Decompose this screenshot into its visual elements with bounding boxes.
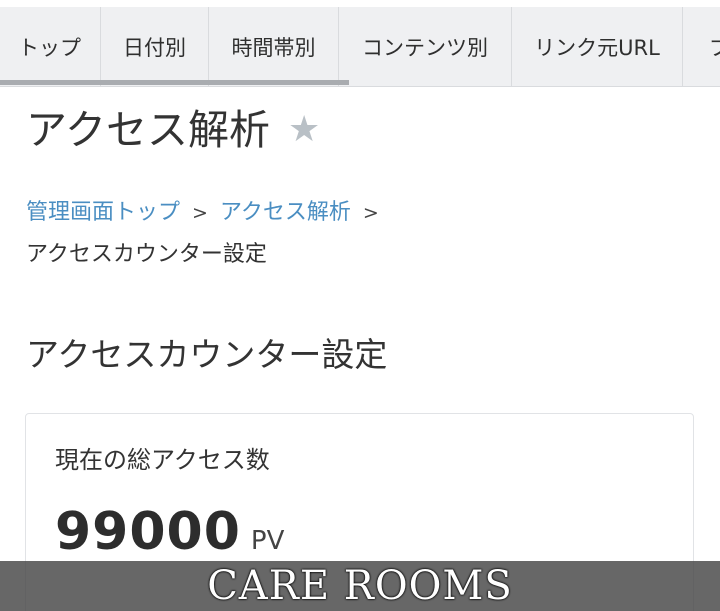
tab-label: ブ <box>709 32 720 62</box>
breadcrumb: 管理画面トップ > アクセス解析 > アクセスカウンター設定 <box>26 192 586 276</box>
watermark-text: CARE ROOMS <box>207 563 513 609</box>
access-count-unit: PV <box>250 526 285 556</box>
breadcrumb-separator: > <box>362 202 379 224</box>
breadcrumb-link-access-analysis[interactable]: アクセス解析 <box>220 200 351 225</box>
page: トップ 日付別 時間帯別 コンテンツ別 リンク元URL ブ アクセス解析 ★ 管… <box>0 0 720 611</box>
tab-label: 時間帯別 <box>231 35 316 60</box>
access-count-number: 99000 <box>55 502 241 562</box>
section-title: アクセスカウンター設定 <box>26 335 388 374</box>
tab-label: 日付別 <box>123 35 186 60</box>
tab-referrer-url[interactable]: リンク元URL <box>512 7 683 86</box>
breadcrumb-current: アクセスカウンター設定 <box>26 242 267 267</box>
tab-label: コンテンツ別 <box>362 35 488 60</box>
tab-list: トップ 日付別 時間帯別 コンテンツ別 リンク元URL ブ <box>0 7 720 86</box>
total-access-label: 現在の総アクセス数 <box>55 446 270 474</box>
page-title: アクセス解析 <box>26 106 270 154</box>
star-icon[interactable]: ★ <box>288 100 320 160</box>
breadcrumb-separator: > <box>192 202 208 224</box>
tab-label: トップ <box>18 35 81 60</box>
breadcrumb-link-admin-top[interactable]: 管理画面トップ <box>26 200 180 225</box>
tab-by-date[interactable]: 日付別 <box>101 7 209 86</box>
tab-scroll-indicator[interactable] <box>0 80 349 85</box>
total-access-value: 99000 PV <box>55 502 284 562</box>
tab-top[interactable]: トップ <box>0 7 101 86</box>
tab-by-content[interactable]: コンテンツ別 <box>339 7 512 86</box>
tab-bar: トップ 日付別 時間帯別 コンテンツ別 リンク元URL ブ <box>0 7 720 87</box>
page-title-row: アクセス解析 ★ <box>26 100 320 160</box>
watermark-banner: CARE ROOMS <box>0 561 720 611</box>
tab-label: リンク元URL <box>534 35 660 60</box>
tab-browser-partial[interactable]: ブ <box>683 7 720 86</box>
tab-by-time[interactable]: 時間帯別 <box>209 7 339 86</box>
